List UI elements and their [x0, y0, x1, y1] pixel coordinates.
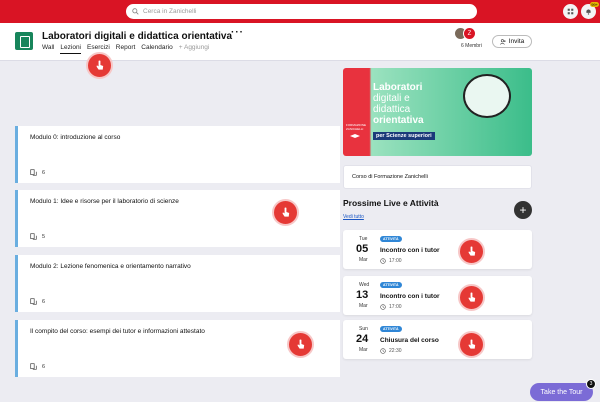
search-input[interactable]: Cerca in Zanichelli	[126, 4, 477, 19]
event-tag: ATTIVITÀ	[380, 236, 402, 242]
clock-icon	[380, 258, 386, 264]
event-tag: ATTIVITÀ	[380, 326, 402, 332]
event-card[interactable]: Tue 05 Mar ATTIVITÀ Incontro con i tutor…	[343, 230, 532, 269]
event-day: 13	[356, 289, 369, 301]
module-title: Modulo 1: Idee e risorse per il laborato…	[30, 198, 179, 205]
lessons-icon	[30, 233, 37, 240]
add-event-button[interactable]: +	[514, 201, 532, 219]
event-name: Incontro con i tutor	[380, 247, 440, 254]
invite-button[interactable]: Invita	[492, 35, 532, 48]
lessons-icon	[30, 169, 37, 176]
search-placeholder: Cerca in Zanichelli	[143, 8, 197, 15]
see-all-link[interactable]: Vedi tutto	[343, 214, 364, 220]
module-title: Modulo 2: Lezione fenomenica e orientame…	[30, 263, 191, 270]
invite-label: Invita	[508, 38, 525, 45]
tap-hint-icon	[272, 199, 299, 226]
course-tabs: Wall Lezioni Esercizi Report Calendario …	[42, 44, 209, 54]
notifications-button[interactable]: 99+	[581, 2, 599, 19]
more-options-button[interactable]: ···	[231, 27, 244, 38]
course-info-card[interactable]: Corso di Formazione Zanichelli	[343, 165, 532, 189]
event-month: Mar	[359, 303, 368, 309]
graduation-cap-icon	[350, 134, 360, 138]
event-day: 24	[356, 333, 369, 345]
top-bar: Cerca in Zanichelli 99+	[0, 0, 600, 23]
banner-org-label: FORMAZIONE ZANICHELLI	[346, 123, 366, 131]
module-lesson-count: 6	[30, 298, 45, 305]
event-time: 22:30	[380, 348, 402, 354]
apps-button[interactable]	[563, 4, 578, 19]
banner-subtitle: per Scienze superiori	[373, 132, 435, 140]
clock-icon	[380, 304, 386, 310]
module-lesson-count: 6	[30, 169, 45, 176]
tour-count-badge: 3	[586, 379, 596, 389]
tab-wall[interactable]: Wall	[42, 44, 54, 54]
event-month: Mar	[359, 257, 368, 263]
search-icon	[132, 8, 139, 15]
event-tag: ATTIVITÀ	[380, 282, 402, 288]
event-card[interactable]: Wed 13 Mar ATTIVITÀ Incontro con i tutor…	[343, 276, 532, 315]
tap-hint-icon	[287, 331, 314, 358]
upcoming-title: Prossime Live e Attività	[343, 198, 439, 208]
grid-icon	[567, 8, 574, 15]
lessons-icon	[30, 363, 37, 370]
page-title: Laboratori digitali e didattica orientat…	[42, 31, 233, 42]
tab-lezioni[interactable]: Lezioni	[60, 44, 82, 54]
event-weekday: Wed	[359, 282, 370, 288]
event-time: 17:00	[380, 304, 402, 310]
avatar: Z	[463, 27, 476, 40]
notification-badge: 99+	[590, 2, 599, 7]
event-name: Incontro con i tutor	[380, 293, 440, 300]
take-tour-button[interactable]: Take the Tour 3	[530, 379, 596, 401]
event-weekday: Tue	[359, 236, 368, 242]
add-user-icon	[499, 38, 506, 45]
module-lesson-count: 6	[30, 363, 45, 370]
course-banner: Laboratori digitali e didattica orientat…	[343, 68, 532, 156]
clock-icon	[380, 348, 386, 354]
tab-calendario[interactable]: Calendario	[141, 44, 172, 54]
event-time: 17:00	[380, 258, 402, 264]
event-day: 05	[356, 243, 369, 255]
members-count: 6 Membri	[461, 43, 482, 49]
tab-report[interactable]: Report	[116, 44, 136, 54]
module-title: Modulo 0: introduzione al corso	[30, 134, 121, 141]
lessons-icon	[30, 298, 37, 305]
module-card[interactable]: Modulo 0: introduzione al corso 6	[15, 126, 340, 183]
tap-hint-icon	[86, 52, 113, 79]
tap-hint-icon	[458, 284, 485, 311]
illustration-icon	[463, 74, 511, 118]
tap-hint-icon	[458, 238, 485, 265]
tap-hint-icon	[458, 331, 485, 358]
bell-icon	[586, 9, 591, 15]
module-title: Il compito del corso: esempi dei tutor e…	[30, 328, 205, 335]
members-avatars[interactable]: Z	[454, 27, 476, 40]
event-name: Chiusura del corso	[380, 337, 439, 344]
course-logo-icon	[15, 32, 33, 50]
event-weekday: Sun	[359, 326, 368, 332]
module-lesson-count: 5	[30, 233, 45, 240]
module-card[interactable]: Modulo 2: Lezione fenomenica e orientame…	[15, 255, 340, 312]
banner-title: Laboratori digitali e didattica orientat…	[373, 82, 424, 126]
add-tab-button[interactable]: + Aggiungi	[179, 44, 210, 54]
tour-label: Take the Tour	[540, 388, 583, 396]
event-card[interactable]: Sun 24 Mar ATTIVITÀ Chiusura del corso 2…	[343, 320, 532, 359]
event-month: Mar	[359, 347, 368, 353]
